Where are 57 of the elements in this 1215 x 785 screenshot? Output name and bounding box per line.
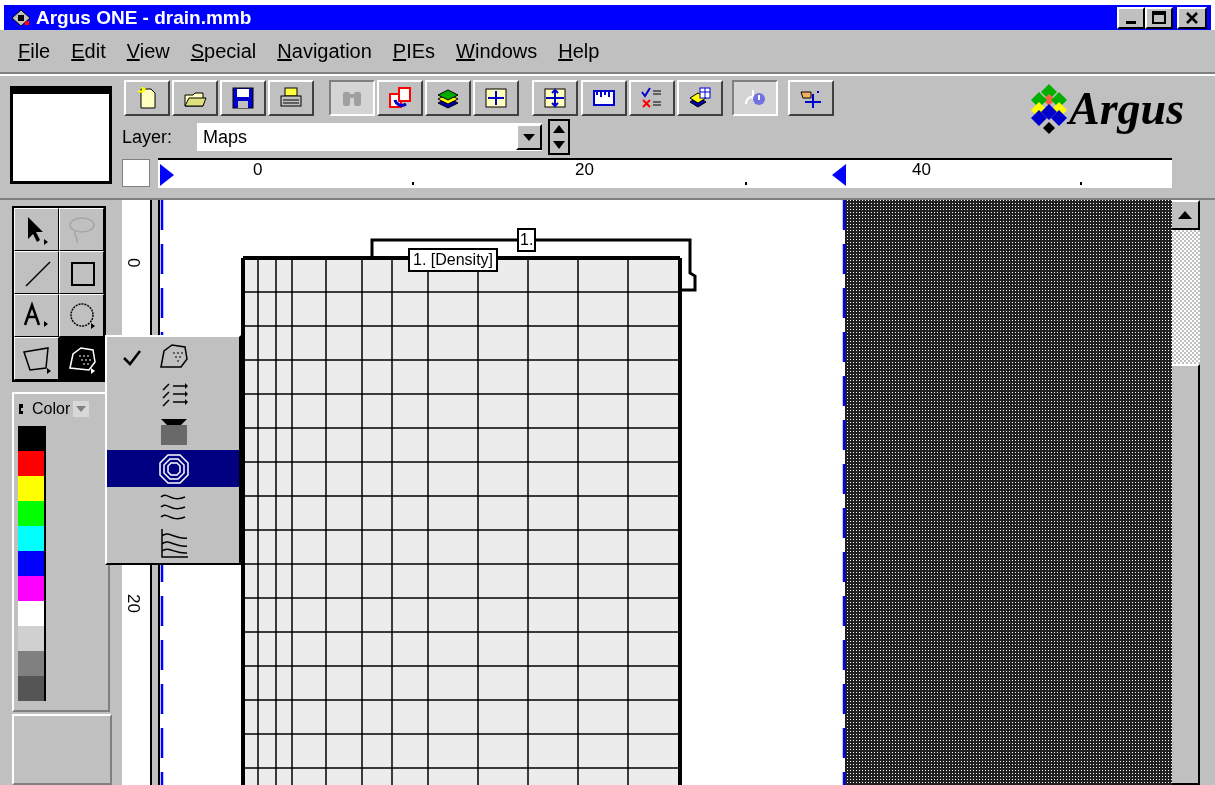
maximize-icon xyxy=(1152,11,1166,24)
extent-arrows-icon xyxy=(543,86,567,110)
window-title: Argus ONE - drain.mmb xyxy=(36,8,252,27)
menu-item[interactable]: Edit xyxy=(71,36,106,66)
color-swatch[interactable] xyxy=(18,676,44,701)
argus-logo: Argus xyxy=(1027,82,1185,136)
menu-item[interactable]: Windows xyxy=(456,36,538,66)
page-icon xyxy=(135,86,159,110)
ruler-label: 20 xyxy=(575,161,594,178)
menu-item[interactable]: PIEs xyxy=(392,36,436,66)
cell-label: 1. [Density] xyxy=(408,248,499,272)
checkmark-icon xyxy=(122,348,142,367)
menu-item[interactable]: File xyxy=(18,36,51,66)
right-margin-marker-icon xyxy=(832,164,846,186)
menu-item[interactable]: Special xyxy=(190,36,257,66)
up-arrow-icon xyxy=(1178,211,1192,219)
menu-item[interactable]: Help xyxy=(558,36,600,66)
ruler-label: 0 xyxy=(253,161,263,178)
color-swatch[interactable] xyxy=(18,501,44,526)
layer-label-tag: 1. xyxy=(517,228,537,252)
close-icon xyxy=(1185,11,1199,24)
color-label: Color xyxy=(32,399,71,419)
minimize-icon xyxy=(1126,20,1136,24)
color-swatch[interactable] xyxy=(18,601,44,626)
color-swatch[interactable] xyxy=(18,451,44,476)
left-margin-marker-icon xyxy=(160,164,174,186)
check-cross-icon xyxy=(640,86,664,110)
app-icon xyxy=(10,7,32,28)
color-dropdown-icon xyxy=(73,401,90,417)
tool-button[interactable] xyxy=(59,337,104,380)
minimize-button[interactable] xyxy=(1117,6,1145,29)
scroll-thumb[interactable] xyxy=(1170,364,1200,785)
scroll-up-button[interactable] xyxy=(1170,200,1200,230)
layer-dropdown[interactable]: Maps xyxy=(197,123,542,151)
color-swatch[interactable] xyxy=(18,576,44,601)
menu-item[interactable]: View xyxy=(126,36,170,66)
printer-icon xyxy=(279,86,303,110)
refresh-pages-icon xyxy=(388,86,412,110)
color-swatch[interactable] xyxy=(18,526,44,551)
menu-item[interactable]: Navigation xyxy=(277,36,372,66)
layers-table-icon xyxy=(688,86,712,110)
fit-arrows-icon xyxy=(484,86,508,110)
ruler-label: 40 xyxy=(912,161,931,178)
ruler-label: 20 xyxy=(125,594,142,613)
color-swatch[interactable] xyxy=(18,426,44,451)
color-swatch[interactable] xyxy=(18,651,44,676)
popup-menu-item[interactable] xyxy=(107,450,239,487)
color-swatch[interactable] xyxy=(18,626,44,651)
close-button[interactable] xyxy=(1177,6,1207,29)
ruler-corner xyxy=(122,159,150,187)
maximize-button[interactable] xyxy=(1145,6,1173,29)
layer-label: Layer: xyxy=(122,125,174,149)
color-swatch[interactable] xyxy=(18,551,44,576)
contour-rings-icon xyxy=(157,451,191,486)
color-swatch[interactable] xyxy=(18,476,44,501)
layer-spinner[interactable] xyxy=(548,119,570,155)
ruler-label: 0 xyxy=(125,258,142,268)
